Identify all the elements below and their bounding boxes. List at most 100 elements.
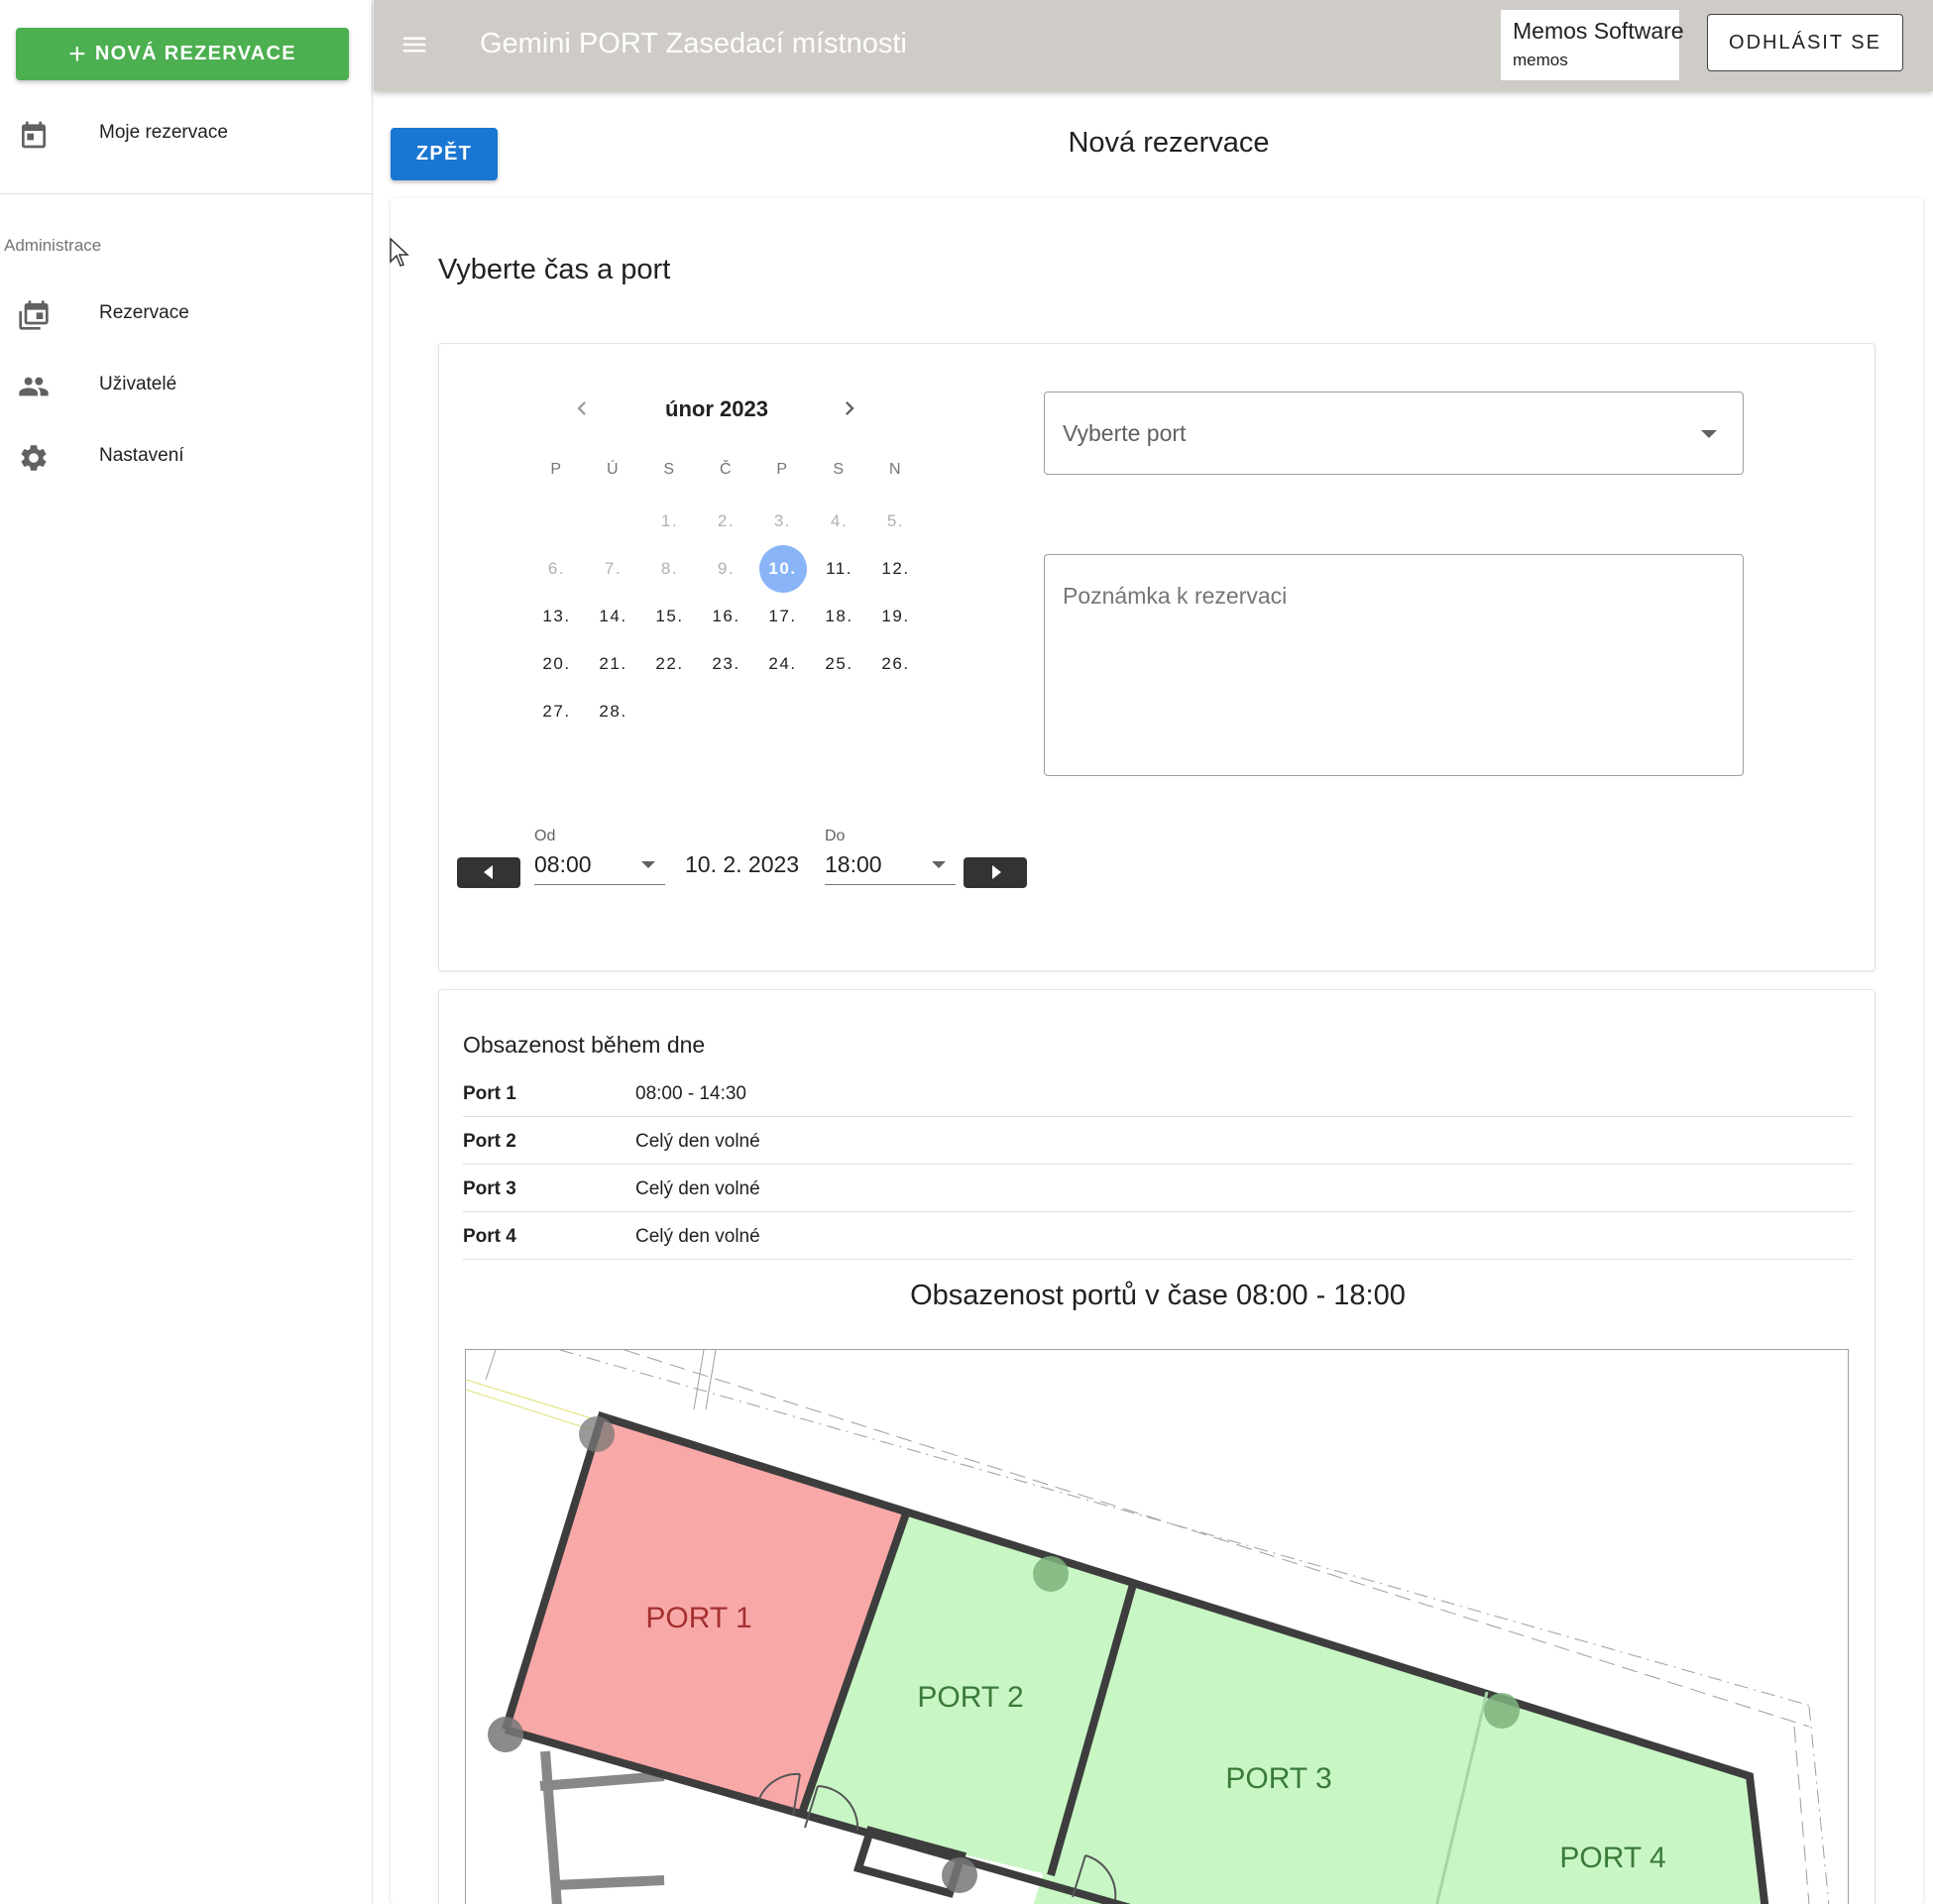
port-select-placeholder: Vyberte port xyxy=(1063,420,1187,446)
occupancy-panel: Obsazenost během dne Port 1 08:00 - 14:3… xyxy=(438,989,1876,1904)
user-login: memos xyxy=(1513,51,1568,69)
port-availability: Celý den volné xyxy=(635,1131,760,1152)
note-field[interactable] xyxy=(1044,554,1744,776)
chevron-right-icon[interactable] xyxy=(836,394,863,422)
from-time-select[interactable]: Od 08:00 xyxy=(534,828,665,885)
previous-slot-button[interactable] xyxy=(457,857,520,888)
calendar-day[interactable]: 27. xyxy=(528,688,585,735)
weekday-header: Č xyxy=(719,461,734,478)
room-label: PORT 3 xyxy=(1225,1762,1331,1795)
section-title: Vyberte čas a port xyxy=(438,254,671,285)
sidebar-divider xyxy=(0,193,373,194)
from-label: Od xyxy=(534,828,556,844)
weekday-header: S xyxy=(833,461,846,478)
calendar-empty-cell xyxy=(867,688,924,735)
calendar-empty-cell xyxy=(698,688,754,735)
floor-plan: PORT 1 PORT 2 PORT 3 PORT 4 xyxy=(465,1349,1849,1904)
calendar-day[interactable]: 23. xyxy=(698,640,754,688)
port-name: Port 1 xyxy=(463,1083,516,1104)
occupancy-table: Port 1 08:00 - 14:30 Port 2 Celý den vol… xyxy=(463,1069,1853,1260)
floor-plan-drawing: PORT 1 PORT 2 PORT 3 PORT 4 xyxy=(466,1350,1830,1904)
sidebar-item-label: Moje rezervace xyxy=(99,122,228,143)
sidebar: + NOVÁ REZERVACE Moje rezervace Administ… xyxy=(0,0,373,1904)
port-availability: Celý den volné xyxy=(635,1226,760,1247)
ceiling-marker xyxy=(579,1416,615,1452)
table-row: Port 2 Celý den volné xyxy=(463,1117,1853,1165)
next-slot-button[interactable] xyxy=(964,857,1027,888)
calendar-grid: P Ú S Č P S N 1. 2. 3. 4. 5. 6. 7. 8. 9. 10. 11. 12. 13. 14.… xyxy=(528,450,925,735)
calendar-day-selected[interactable]: 10. xyxy=(754,545,811,593)
calendar-empty-cell xyxy=(585,498,641,545)
calendar-day: 7. xyxy=(604,559,623,578)
sidebar-item-label: Nastavení xyxy=(99,445,184,466)
calendar-empty-cell xyxy=(754,688,811,735)
ceiling-marker xyxy=(942,1857,977,1893)
dropdown-arrow-icon xyxy=(1701,430,1717,438)
plus-icon: + xyxy=(68,37,87,70)
calendar-day[interactable]: 25. xyxy=(811,640,867,688)
new-reservation-button[interactable]: + NOVÁ REZERVACE xyxy=(16,28,349,80)
mouse-cursor-icon xyxy=(390,238,409,267)
calendar-day[interactable]: 20. xyxy=(528,640,585,688)
weekday-header: Ú xyxy=(606,461,621,478)
calendar-day[interactable]: 28. xyxy=(585,688,641,735)
sidebar-item-label: Rezervace xyxy=(99,302,189,323)
sidebar-item-settings[interactable]: Nastavení xyxy=(0,428,373,484)
calendar-day[interactable]: 17. xyxy=(754,593,811,640)
to-time-select[interactable]: Do 18:00 xyxy=(825,828,956,885)
calendar-day[interactable]: 24. xyxy=(754,640,811,688)
date-picker: únor 2023 P Ú S Č P S N 1. 2. 3. 4. 5. 6. 7. 8. 9. 10. 11… xyxy=(528,389,925,721)
calendar-day[interactable]: 19. xyxy=(867,593,924,640)
port-availability: 08:00 - 14:30 xyxy=(635,1083,746,1104)
calendar-day: 1. xyxy=(660,511,679,530)
calendar-day[interactable]: 22. xyxy=(641,640,698,688)
port-select[interactable]: Vyberte port xyxy=(1044,392,1744,475)
sidebar-item-reservations[interactable]: Rezervace xyxy=(0,285,373,341)
calendar-day[interactable]: 18. xyxy=(811,593,867,640)
calendar-day[interactable]: 13. xyxy=(528,593,585,640)
dropdown-arrow-icon xyxy=(641,861,655,868)
port-name: Port 2 xyxy=(463,1131,516,1152)
app-title: Gemini PORT Zasedací místnosti xyxy=(480,28,907,59)
room-label: PORT 2 xyxy=(917,1681,1023,1714)
new-reservation-label: NOVÁ REZERVACE xyxy=(94,43,296,64)
calendar-day[interactable]: 12. xyxy=(867,545,924,593)
dropdown-arrow-icon xyxy=(932,861,946,868)
calendar-day[interactable]: 26. xyxy=(867,640,924,688)
triangle-right-icon xyxy=(992,865,1001,879)
calendar-day: 6. xyxy=(547,559,566,578)
sidebar-item-my-reservations[interactable]: Moje rezervace xyxy=(0,105,373,161)
table-row: Port 3 Celý den volné xyxy=(463,1165,1853,1212)
menu-icon[interactable] xyxy=(399,30,429,59)
back-button[interactable]: ZPĚT xyxy=(391,128,498,180)
port-name: Port 3 xyxy=(463,1178,516,1199)
to-label: Do xyxy=(825,828,846,844)
calendar-day[interactable]: 15. xyxy=(641,593,698,640)
app-bar: Gemini PORT Zasedací místnosti Memos Sof… xyxy=(374,0,1933,91)
calendar-day: 9. xyxy=(717,559,736,578)
ceiling-marker xyxy=(1033,1556,1069,1592)
sidebar-item-label: Uživatelé xyxy=(99,374,177,394)
calendar-empty-cell xyxy=(641,688,698,735)
weekday-header: P xyxy=(550,461,563,478)
user-company: Memos Software xyxy=(1513,18,1684,44)
calendar-day[interactable]: 21. xyxy=(585,640,641,688)
port-name: Port 4 xyxy=(463,1226,516,1247)
calendar-day[interactable]: 14. xyxy=(585,593,641,640)
calendar-empty-cell xyxy=(811,688,867,735)
selected-date: 10. 2. 2023 xyxy=(685,851,800,877)
weekday-header: N xyxy=(888,461,903,478)
map-title: Obsazenost portů v čase 08:00 - 18:00 xyxy=(910,1280,1406,1311)
room-label: PORT 4 xyxy=(1559,1842,1665,1874)
calendar-day: 4. xyxy=(830,511,849,530)
calendar-day: 2. xyxy=(717,511,736,530)
triangle-left-icon xyxy=(484,865,493,879)
calendar-day[interactable]: 16. xyxy=(698,593,754,640)
sidebar-item-users[interactable]: Uživatelé xyxy=(0,357,373,412)
calendar-day[interactable]: 11. xyxy=(811,545,867,593)
calendar-day: 3. xyxy=(773,511,792,530)
ceiling-marker xyxy=(488,1717,523,1752)
table-row: Port 4 Celý den volné xyxy=(463,1212,1853,1260)
logout-button[interactable]: ODHLÁSIT SE xyxy=(1707,14,1903,71)
calendar-day: 5. xyxy=(886,511,905,530)
